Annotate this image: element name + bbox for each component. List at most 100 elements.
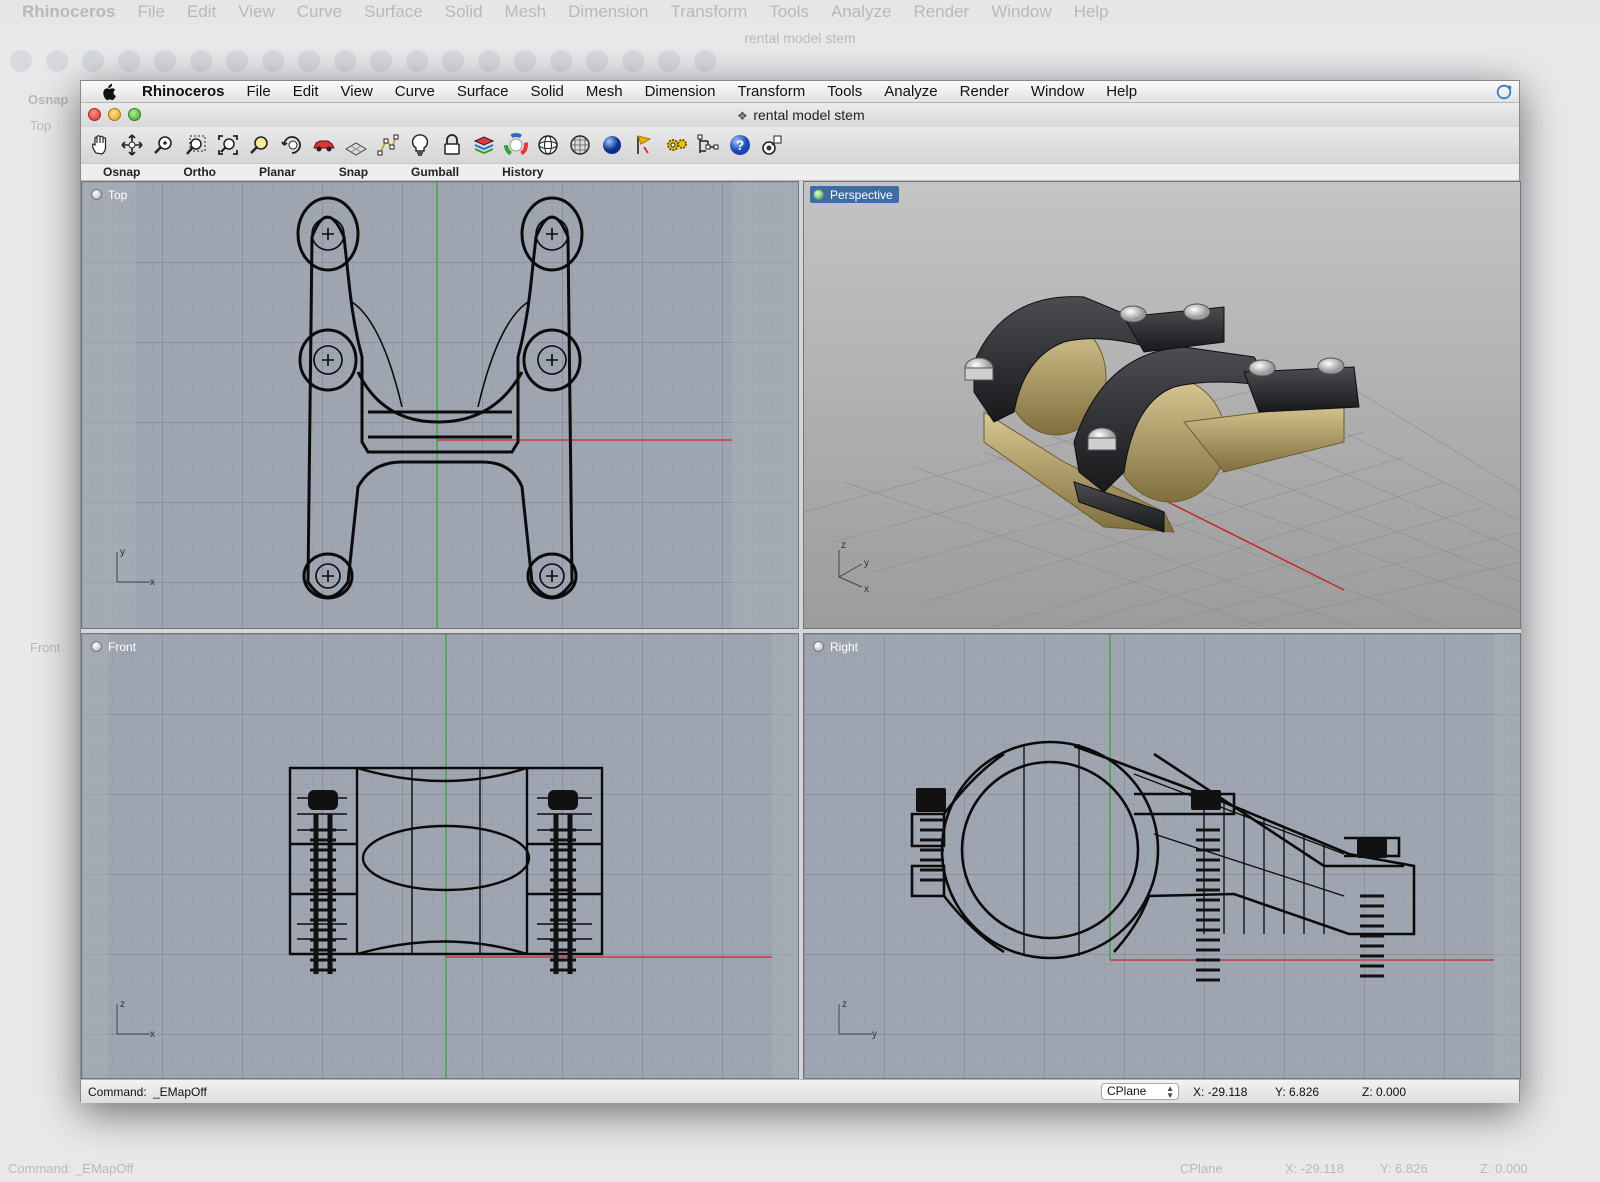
sphere-wire-icon[interactable] bbox=[535, 132, 561, 158]
ghost-menu-surface: Surface bbox=[364, 2, 423, 21]
zoom-dynamic-icon[interactable] bbox=[183, 132, 209, 158]
color-wheel-icon[interactable] bbox=[503, 132, 529, 158]
command-input[interactable]: _EMapOff bbox=[153, 1085, 207, 1099]
ghost-menu-window: Window bbox=[991, 2, 1052, 21]
ghost-coord-x: X: -29.118 bbox=[1285, 1160, 1345, 1176]
ghost-statusbar: Command: _EMapOff CPlane X: -29.118 Y: 6… bbox=[0, 1154, 1600, 1182]
front-axis-x: x bbox=[150, 1029, 155, 1040]
top-view-drawing: y x bbox=[82, 182, 798, 628]
ghost-menu-edit: Edit bbox=[186, 2, 217, 21]
history-toggle[interactable]: History bbox=[502, 165, 543, 179]
menu-mesh[interactable]: Mesh bbox=[575, 81, 634, 103]
zoom-extents-icon[interactable] bbox=[215, 132, 241, 158]
top-viewport-label[interactable]: Top bbox=[88, 186, 133, 203]
right-viewport[interactable]: Right z y bbox=[803, 633, 1521, 1079]
viewport-area: Top y x Perspective z y x Front z x Righ… bbox=[81, 181, 1521, 1079]
apple-icon[interactable] bbox=[99, 83, 117, 101]
gear-icon[interactable] bbox=[663, 132, 689, 158]
main-window: Rhinoceros File Edit View Curve Surface … bbox=[80, 80, 1521, 1103]
svg-text:?: ? bbox=[736, 137, 745, 153]
menu-view[interactable]: View bbox=[330, 81, 384, 103]
viewport-dot-icon bbox=[813, 641, 824, 652]
car-icon[interactable] bbox=[311, 132, 337, 158]
title-bar: ❖ rental model stem bbox=[81, 103, 1519, 127]
render-sphere-icon[interactable] bbox=[599, 132, 625, 158]
menu-app-name[interactable]: Rhinoceros bbox=[131, 81, 236, 103]
light-bulb-icon[interactable] bbox=[407, 132, 433, 158]
menu-curve[interactable]: Curve bbox=[384, 81, 446, 103]
ghost-command: Command: _EMapOff bbox=[8, 1160, 134, 1176]
camera-icon[interactable] bbox=[759, 132, 785, 158]
menu-solid[interactable]: Solid bbox=[520, 81, 575, 103]
ghost-menu-curve: Curve bbox=[296, 2, 343, 21]
ghost-coord-y: Y: 6.826 bbox=[1380, 1160, 1428, 1176]
right-axis-z: z bbox=[842, 999, 847, 1010]
ghost-front-label: Front bbox=[30, 640, 61, 655]
planar-toggle[interactable]: Planar bbox=[259, 165, 296, 179]
menu-tools[interactable]: Tools bbox=[816, 81, 873, 103]
move-icon[interactable] bbox=[119, 132, 145, 158]
mesh-sphere-icon[interactable] bbox=[567, 132, 593, 158]
viewport-dot-icon bbox=[91, 189, 102, 200]
gumball-toggle[interactable]: Gumball bbox=[411, 165, 459, 179]
ghost-cplane: CPlane bbox=[1180, 1160, 1223, 1176]
ghost-menu-analyze: Analyze bbox=[830, 2, 892, 21]
viewport-dot-icon bbox=[813, 189, 824, 200]
mode-bar: Osnap Ortho Planar Snap Gumball History bbox=[81, 163, 1519, 181]
ghost-app-name: Rhinoceros bbox=[22, 2, 116, 21]
menu-render[interactable]: Render bbox=[949, 81, 1020, 103]
top-viewport[interactable]: Top y x bbox=[81, 181, 799, 629]
menu-analyze[interactable]: Analyze bbox=[873, 81, 948, 103]
coord-y-readout: Y: 6.826 bbox=[1275, 1085, 1320, 1099]
sync-icon[interactable] bbox=[1495, 83, 1513, 101]
right-view-drawing: z y bbox=[838, 634, 1520, 1078]
perspective-viewport[interactable]: Perspective z y x bbox=[803, 181, 1521, 629]
layer-grid-icon[interactable] bbox=[343, 132, 369, 158]
help-icon[interactable]: ? bbox=[727, 132, 753, 158]
right-viewport-label[interactable]: Right bbox=[810, 638, 864, 655]
viewport-dot-icon bbox=[91, 641, 102, 652]
front-viewport[interactable]: Front z x bbox=[81, 633, 799, 1079]
zoom-window-icon[interactable] bbox=[151, 132, 177, 158]
menu-help[interactable]: Help bbox=[1095, 81, 1148, 103]
ghost-osnap: Osnap bbox=[28, 92, 69, 107]
lock-icon[interactable] bbox=[439, 132, 465, 158]
cplane-value: CPlane bbox=[1107, 1084, 1147, 1098]
ghost-menu-view: View bbox=[238, 2, 275, 21]
menu-bar: Rhinoceros File Edit View Curve Surface … bbox=[81, 81, 1519, 103]
rhino-doc-icon: ❖ bbox=[736, 109, 748, 123]
rotate-view-icon[interactable] bbox=[279, 132, 305, 158]
ghost-menu-render: Render bbox=[913, 2, 970, 21]
standard-toolbar: ? bbox=[81, 127, 1519, 163]
perspective-viewport-label[interactable]: Perspective bbox=[810, 186, 899, 203]
top-axis-y: y bbox=[120, 547, 125, 558]
tree-icon[interactable] bbox=[695, 132, 721, 158]
front-viewport-label[interactable]: Front bbox=[88, 638, 142, 655]
menu-window[interactable]: Window bbox=[1020, 81, 1095, 103]
osnap-toggle[interactable]: Osnap bbox=[103, 165, 140, 179]
menu-transform[interactable]: Transform bbox=[726, 81, 816, 103]
window-title: ❖ rental model stem bbox=[736, 107, 865, 123]
status-bar: Command: _EMapOff CPlane ▲ ▼ X: -29.118 Y… bbox=[81, 1079, 1519, 1103]
pan-icon[interactable] bbox=[87, 132, 113, 158]
cplane-select[interactable]: CPlane ▲ ▼ bbox=[1101, 1083, 1179, 1100]
layer-icon[interactable] bbox=[471, 132, 497, 158]
flag-icon[interactable] bbox=[631, 132, 657, 158]
zoom-selected-icon[interactable] bbox=[247, 132, 273, 158]
snap-toggle[interactable]: Snap bbox=[339, 165, 368, 179]
front-axis-z: z bbox=[120, 999, 125, 1010]
menu-surface[interactable]: Surface bbox=[446, 81, 520, 103]
coord-x-readout: X: -29.118 bbox=[1193, 1085, 1248, 1099]
points-icon[interactable] bbox=[375, 132, 401, 158]
select-arrows-icon: ▲ ▼ bbox=[1166, 1084, 1174, 1100]
perspective-render: z y x bbox=[804, 296, 1520, 628]
menu-edit[interactable]: Edit bbox=[282, 81, 330, 103]
ghost-menu-solid: Solid bbox=[444, 2, 483, 21]
menu-file[interactable]: File bbox=[236, 81, 282, 103]
persp-axis-y: y bbox=[864, 558, 869, 569]
top-axis-x: x bbox=[150, 577, 155, 588]
menu-dimension[interactable]: Dimension bbox=[634, 81, 727, 103]
ortho-toggle[interactable]: Ortho bbox=[183, 165, 216, 179]
ghost-menu-mesh: Mesh bbox=[504, 2, 547, 21]
ghost-menu-transform: Transform bbox=[670, 2, 748, 21]
